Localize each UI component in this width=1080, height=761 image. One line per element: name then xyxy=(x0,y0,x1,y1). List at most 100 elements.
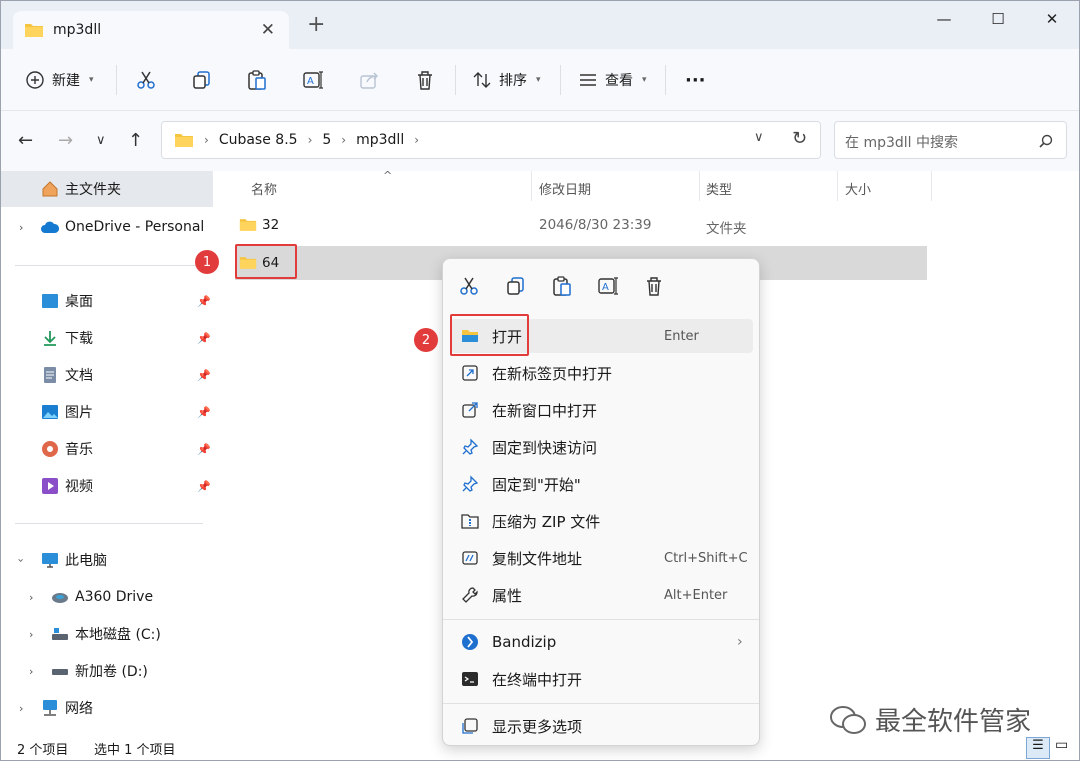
more-options-button[interactable]: ··· xyxy=(685,63,706,97)
maximize-button[interactable]: ☐ xyxy=(973,1,1023,37)
copy-button[interactable] xyxy=(191,63,213,97)
sort-button[interactable]: 排序 ▾ xyxy=(472,63,541,97)
pin-icon[interactable]: 📌 xyxy=(197,332,211,345)
sidebar-item-a360[interactable]: › A360 Drive xyxy=(1,579,213,615)
expand-chevron-icon[interactable]: › xyxy=(15,558,28,562)
column-header-type[interactable]: 类型 xyxy=(706,179,732,198)
breadcrumb-item[interactable]: 5 xyxy=(322,132,331,148)
sidebar-item-network[interactable]: › 网络 xyxy=(1,690,213,726)
sidebar-item-this-pc[interactable]: › 此电脑 xyxy=(1,542,213,578)
back-arrow-icon[interactable]: ← xyxy=(18,131,33,151)
column-header-date[interactable]: 修改日期 xyxy=(539,179,591,198)
address-bar[interactable]: › Cubase 8.5 › 5 › mp3dll › ∨ ↻ xyxy=(161,121,821,159)
expand-chevron-icon[interactable]: › xyxy=(29,665,33,678)
document-icon xyxy=(44,367,56,383)
table-row[interactable]: 32 2046/8/30 23:39 文件夹 xyxy=(235,208,927,242)
delete-button[interactable] xyxy=(414,63,436,97)
refresh-icon[interactable]: ↻ xyxy=(792,128,807,149)
rename-icon[interactable]: A xyxy=(597,275,619,297)
column-header-name[interactable]: 名称 xyxy=(251,179,277,198)
watermark: 最全软件管家 xyxy=(829,701,1031,738)
minimize-button[interactable]: — xyxy=(919,1,969,37)
sidebar-item-documents[interactable]: 文档 📌 xyxy=(1,357,213,393)
menu-item-label: 固定到快速访问 xyxy=(492,438,598,457)
rename-icon: A xyxy=(303,71,323,89)
paste-icon[interactable] xyxy=(551,275,573,297)
menu-item-more-options[interactable]: 显示更多选项 xyxy=(451,709,753,743)
menu-item-label: Bandizip xyxy=(492,633,557,651)
expand-chevron-icon[interactable]: › xyxy=(19,221,23,234)
highlight-box xyxy=(450,314,529,356)
sidebar-item-downloads[interactable]: 下载 📌 xyxy=(1,320,213,356)
new-button[interactable]: 新建 ▾ xyxy=(25,63,94,97)
navigation-pane: 主文件夹 › OneDrive - Personal 桌面 📌 下载 📌 文档 … xyxy=(1,171,215,734)
copy-icon[interactable] xyxy=(505,275,527,297)
column-header-size[interactable]: 大小 xyxy=(845,179,871,198)
sidebar-item-music[interactable]: 音乐 📌 xyxy=(1,431,213,467)
breadcrumb-item[interactable]: Cubase 8.5 xyxy=(219,132,298,148)
scissors-icon[interactable] xyxy=(458,275,480,297)
sidebar-item-label: 主文件夹 xyxy=(65,182,121,198)
menu-item-label: 固定到"开始" xyxy=(492,475,581,494)
menu-item-bandizip[interactable]: Bandizip › xyxy=(451,625,753,659)
share-button[interactable] xyxy=(358,63,380,97)
command-bar: 新建 ▾ A 排序 ▾ 查看 ▾ ··· xyxy=(1,49,1079,111)
divider xyxy=(15,265,203,266)
view-button[interactable]: 查看 ▾ xyxy=(578,63,647,97)
sidebar-item-videos[interactable]: 视频 📌 xyxy=(1,468,213,504)
scissors-icon xyxy=(137,71,155,89)
pin-icon[interactable]: 📌 xyxy=(197,369,211,382)
pin-icon[interactable]: 📌 xyxy=(197,443,211,456)
sidebar-item-onedrive[interactable]: › OneDrive - Personal xyxy=(1,209,213,245)
up-arrow-icon[interactable]: ↑ xyxy=(128,131,143,151)
menu-item-copy-path[interactable]: 复制文件地址 Ctrl+Shift+C xyxy=(451,541,753,575)
expand-chevron-icon[interactable]: › xyxy=(29,591,33,604)
sidebar-item-label: OneDrive - Personal xyxy=(65,219,205,235)
sidebar-item-desktop[interactable]: 桌面 📌 xyxy=(1,283,213,319)
divider xyxy=(455,65,456,95)
step-badge: 1 xyxy=(195,250,219,274)
divider xyxy=(116,65,117,95)
expand-chevron-icon[interactable]: › xyxy=(29,628,33,641)
sidebar-item-local-disk-c[interactable]: › 本地磁盘 (C:) xyxy=(1,616,213,652)
menu-item-compress-zip[interactable]: 压缩为 ZIP 文件 xyxy=(451,504,753,538)
menu-item-open-new-window[interactable]: 在新窗口中打开 xyxy=(451,393,753,427)
hard-drive-icon xyxy=(52,669,68,675)
menu-item-shortcut: Ctrl+Shift+C xyxy=(664,550,748,566)
sidebar-item-home[interactable]: 主文件夹 xyxy=(1,171,213,207)
expand-chevron-icon[interactable]: › xyxy=(19,702,23,715)
rename-button[interactable]: A xyxy=(302,63,324,97)
menu-item-pin-quick-access[interactable]: 固定到快速访问 xyxy=(451,430,753,464)
tab-close-icon[interactable]: ✕ xyxy=(261,20,275,40)
breadcrumb-item[interactable]: mp3dll xyxy=(356,132,404,148)
menu-item-pin-start[interactable]: 固定到"开始" xyxy=(451,467,753,501)
pin-icon[interactable]: 📌 xyxy=(197,295,211,308)
sidebar-item-pictures[interactable]: 图片 📌 xyxy=(1,394,213,430)
view-label: 查看 xyxy=(605,73,633,89)
step-badge: 2 xyxy=(414,328,438,352)
menu-item-open-new-tab[interactable]: 在新标签页中打开 xyxy=(451,356,753,390)
pin-icon[interactable]: 📌 xyxy=(197,480,211,493)
forward-arrow-icon[interactable]: → xyxy=(58,131,73,151)
menu-item-properties[interactable]: 属性 Alt+Enter xyxy=(451,578,753,612)
close-button[interactable]: ✕ xyxy=(1027,1,1077,37)
tab-mp3dll[interactable]: mp3dll ✕ xyxy=(13,11,289,49)
highlight-box xyxy=(235,244,297,279)
trash-icon[interactable] xyxy=(643,275,665,297)
search-box[interactable]: 在 mp3dll 中搜索 xyxy=(834,121,1067,159)
menu-item-label: 显示更多选项 xyxy=(492,717,583,736)
pin-icon[interactable]: 📌 xyxy=(197,406,211,419)
tiles-view-icon[interactable]: ▭ xyxy=(1055,737,1068,753)
folder-icon xyxy=(175,134,193,147)
paste-button[interactable] xyxy=(246,63,268,97)
recent-chevron-icon[interactable]: ∨ xyxy=(96,131,106,151)
cut-button[interactable] xyxy=(135,63,157,97)
address-dropdown-icon[interactable]: ∨ xyxy=(754,130,764,145)
new-tab-button[interactable]: + xyxy=(307,14,325,36)
details-view-icon[interactable]: ☰ xyxy=(1026,737,1050,759)
network-icon xyxy=(43,700,57,716)
menu-item-open-terminal[interactable]: 在终端中打开 xyxy=(451,662,753,696)
sidebar-item-volume-d[interactable]: › 新加卷 (D:) xyxy=(1,653,213,689)
hard-drive-icon xyxy=(52,628,68,640)
menu-item-label: 属性 xyxy=(492,586,523,605)
